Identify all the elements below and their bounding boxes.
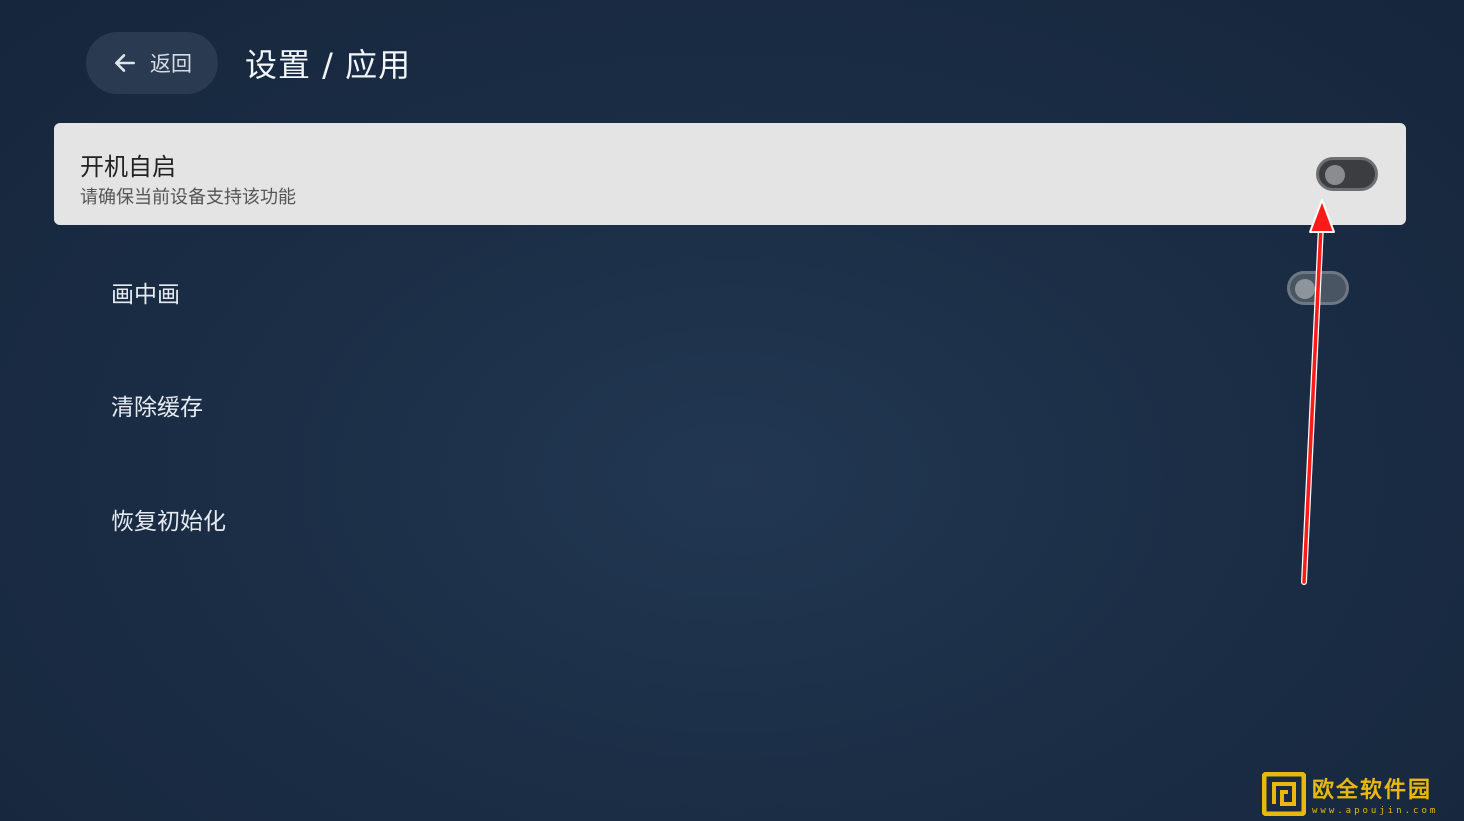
setting-title: 开机自启	[80, 153, 176, 181]
back-button-label: 返回	[150, 52, 192, 76]
setting-subtitle: 请确保当前设备支持该功能	[80, 187, 296, 208]
setting-title: 恢复初始化	[111, 509, 226, 535]
toggle-knob	[1325, 165, 1345, 185]
watermark-url: www.apoujin.com	[1312, 806, 1439, 816]
pip-toggle[interactable]	[1287, 271, 1349, 305]
square-spiral-logo-icon	[1262, 772, 1306, 816]
setting-title: 清除缓存	[111, 395, 203, 421]
toggle-knob	[1295, 279, 1315, 299]
setting-row-clear-cache[interactable]: 清除缓存	[0, 370, 1464, 440]
arrow-left-icon	[115, 54, 135, 72]
setting-row-reset[interactable]: 恢复初始化	[0, 484, 1464, 554]
setting-title: 画中画	[111, 282, 180, 308]
setting-row-auto-start[interactable]: 开机自启 请确保当前设备支持该功能	[54, 123, 1406, 225]
page-title: 设置 / 应用	[245, 46, 412, 84]
watermark-name: 欧全软件园	[1312, 778, 1433, 803]
watermark: 欧全软件园 www.apoujin.com	[1262, 770, 1458, 818]
setting-row-pip[interactable]: 画中画	[0, 255, 1464, 325]
auto-start-toggle[interactable]	[1316, 157, 1378, 191]
back-button[interactable]: 返回	[86, 32, 218, 94]
